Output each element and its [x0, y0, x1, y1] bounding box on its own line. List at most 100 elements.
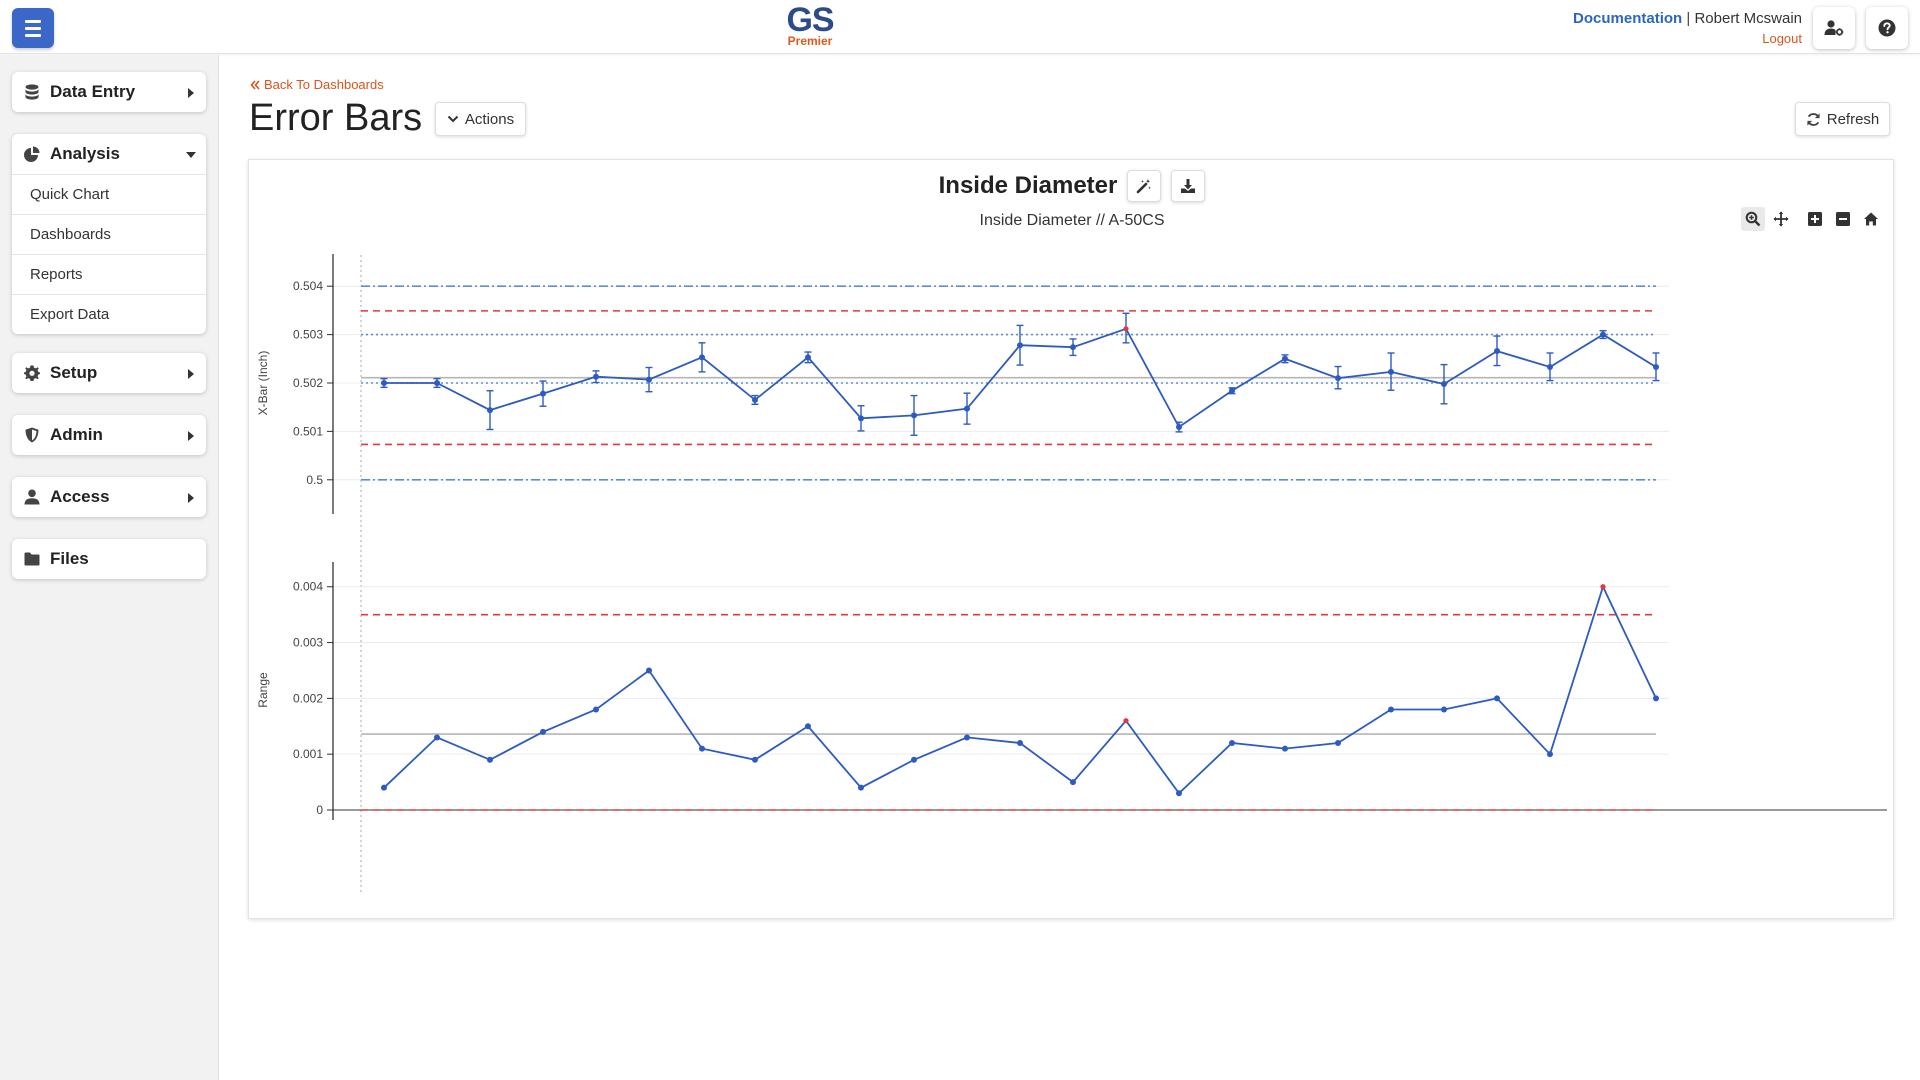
pie-chart-icon: [24, 146, 40, 162]
sidebar-item-setup[interactable]: Setup: [12, 353, 206, 393]
range-axis-title: Range: [256, 672, 270, 708]
xbar-data-point: [1070, 344, 1076, 351]
range-series-line: [383, 584, 1657, 795]
xbar-data-point: [805, 354, 811, 361]
hamburger-icon-line: [25, 33, 41, 37]
range-data-point: [1653, 695, 1659, 702]
spc-chart: 0.5 0.501 0.502 0.503 0.504 X-Bar (Inch) 0 0.00…: [256, 254, 1887, 892]
xbar-data-point: [858, 415, 864, 422]
gear-icon: [24, 365, 40, 381]
refresh-icon: [1807, 112, 1820, 126]
folder-icon: [24, 551, 40, 567]
sidebar-item-access[interactable]: Access: [12, 477, 206, 517]
header-separator: |: [1686, 10, 1691, 27]
sidebar-item-export-data[interactable]: Export Data: [12, 294, 206, 334]
range-ytick-label: 0.001: [293, 747, 323, 761]
sidebar-head-admin[interactable]: Admin: [12, 415, 206, 455]
xbar-data-point: [964, 405, 970, 412]
user-settings-button[interactable]: [1813, 7, 1855, 49]
range-data-point: [699, 745, 705, 752]
sidebar-label-files: Files: [50, 549, 89, 568]
range-data-point: [858, 784, 864, 791]
caret-right-icon: [188, 88, 194, 98]
xbar-data-point: [381, 380, 387, 386]
range-data-point: [646, 667, 652, 674]
logout-link[interactable]: Logout: [1573, 31, 1802, 46]
refresh-button[interactable]: Refresh: [1795, 102, 1890, 136]
question-circle-icon: [1878, 19, 1896, 37]
range-data-point: [540, 728, 546, 735]
range-ytick-label: 0: [316, 803, 323, 817]
sidebar-head-files[interactable]: Files: [12, 539, 206, 579]
range-data-point: [1282, 745, 1288, 752]
sidebar-item-admin[interactable]: Admin: [12, 415, 206, 455]
range-data-point: [1176, 790, 1182, 797]
xbar-violation-point: [1123, 326, 1129, 332]
actions-label: Actions: [464, 110, 515, 128]
sidebar-item-reports[interactable]: Reports: [12, 254, 206, 294]
back-to-dashboards-link[interactable]: Back To Dashboards: [250, 77, 384, 92]
hamburger-icon-line: [25, 19, 41, 23]
user-cog-icon: [1824, 20, 1844, 36]
range-data-point: [593, 706, 599, 713]
xbar-data-point: [593, 373, 599, 380]
xbar-data-point: [1017, 342, 1023, 349]
hamburger-menu-button[interactable]: [12, 8, 54, 48]
xbar-data-point: [1494, 348, 1500, 355]
caret-right-icon: [188, 493, 194, 503]
range-data-point: [1017, 740, 1023, 747]
xbar-data-point: [1653, 364, 1659, 371]
range-data-point: [434, 734, 440, 741]
sidebar-head-access[interactable]: Access: [12, 477, 206, 517]
xbar-ytick-label: 0.502: [293, 376, 323, 390]
range-data-point: [1441, 706, 1447, 713]
double-chevron-left-icon: [250, 79, 260, 90]
sidebar-label-setup: Setup: [50, 363, 98, 382]
range-data-point: [964, 734, 970, 741]
actions-dropdown-button[interactable]: Actions: [435, 102, 526, 136]
xbar-data-point: [1600, 331, 1606, 338]
range-data-point: [911, 756, 917, 763]
sidebar-label-analysis: Analysis: [50, 144, 120, 163]
range-data-point: [1070, 779, 1076, 786]
sidebar-item-dashboards[interactable]: Dashboards: [12, 214, 206, 254]
caret-right-icon: [188, 369, 194, 379]
xbar-ytick-label: 0.504: [293, 279, 323, 293]
user-name: Robert Mcswain: [1694, 10, 1802, 27]
range-data-point: [752, 756, 758, 763]
range-data-point: [487, 756, 493, 763]
page-title: Error Bars: [249, 97, 423, 139]
xbar-data-point: [646, 376, 652, 383]
chart-panel: Inside Diameter Inside Diameter // A-50C…: [248, 159, 1894, 919]
hamburger-icon-line: [25, 26, 41, 30]
sidebar-item-data-entry[interactable]: Data Entry: [12, 72, 206, 112]
xbar-data-point: [1547, 364, 1553, 371]
sidebar-item-files[interactable]: Files: [12, 539, 206, 579]
xbar-data-point: [1282, 355, 1288, 362]
xbar-data-point: [752, 396, 758, 403]
app-logo[interactable]: GS Premier: [778, 2, 842, 47]
xbar-ytick-label: 0.501: [293, 424, 323, 438]
sidebar-head-setup[interactable]: Setup: [12, 353, 206, 393]
range-data-point: [805, 723, 811, 730]
sidebar-label-access: Access: [50, 487, 110, 506]
sidebar-label-admin: Admin: [50, 425, 103, 444]
logo-main-text: GS: [786, 1, 834, 39]
xbar-ytick-label: 0.503: [293, 328, 323, 342]
range-data-point: [1335, 740, 1341, 747]
xbar-data-point: [487, 407, 493, 414]
sidebar-item-quick-chart[interactable]: Quick Chart: [12, 174, 206, 214]
sidebar: Data Entry Analysis Quick Chart Dashboar…: [0, 55, 219, 1080]
sidebar-item-analysis: Analysis Quick Chart Dashboards Reports …: [12, 134, 206, 334]
xbar-data-point: [1176, 424, 1182, 431]
range-ytick-label: 0.003: [293, 636, 323, 650]
help-button[interactable]: [1866, 7, 1908, 49]
caret-right-icon: [188, 431, 194, 441]
range-data-point: [1229, 740, 1235, 747]
caret-down-icon: [186, 152, 196, 158]
documentation-link[interactable]: Documentation: [1573, 10, 1682, 27]
range-ytick-label: 0.004: [293, 580, 323, 594]
xbar-data-point: [1229, 387, 1235, 394]
sidebar-head-data-entry[interactable]: Data Entry: [12, 72, 206, 112]
sidebar-head-analysis[interactable]: Analysis: [12, 134, 206, 174]
